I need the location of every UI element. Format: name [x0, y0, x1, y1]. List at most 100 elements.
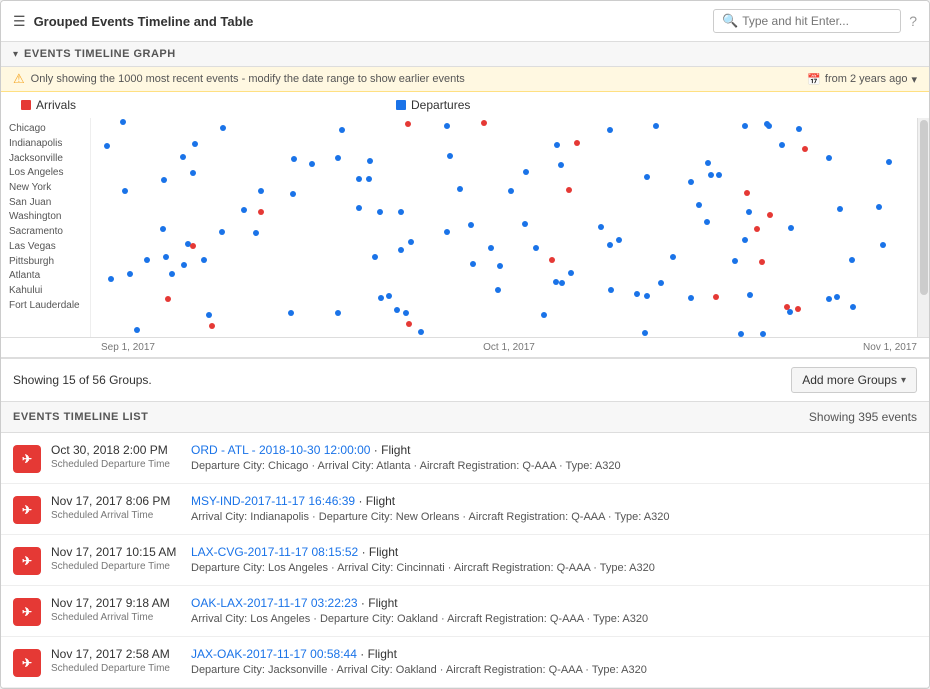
chart-dot[interactable] — [764, 121, 770, 127]
event-link[interactable]: MSY-IND-2017-11-17 16:46:39 — [191, 494, 355, 508]
chart-dot[interactable] — [522, 221, 528, 227]
chart-dot[interactable] — [372, 254, 378, 260]
chart-dot[interactable] — [670, 254, 676, 260]
chart-dot[interactable] — [826, 155, 832, 161]
add-groups-button[interactable]: Add more Groups ▾ — [791, 367, 917, 393]
chart-dot[interactable] — [495, 287, 501, 293]
chart-dot[interactable] — [732, 258, 738, 264]
chart-dot[interactable] — [549, 257, 555, 263]
chart-dot[interactable] — [880, 242, 886, 248]
chart-dot[interactable] — [644, 174, 650, 180]
chart-dot[interactable] — [134, 327, 140, 333]
chart-dot[interactable] — [760, 331, 766, 337]
chart-dot[interactable] — [566, 187, 572, 193]
chart-dot[interactable] — [644, 293, 650, 299]
chart-dot[interactable] — [696, 202, 702, 208]
chart-dot[interactable] — [616, 237, 622, 243]
chart-dot[interactable] — [742, 237, 748, 243]
chart-dot[interactable] — [837, 206, 843, 212]
chart-dot[interactable] — [497, 263, 503, 269]
chart-dot[interactable] — [759, 259, 765, 265]
date-range-selector[interactable]: 📅 from 2 years ago ▾ — [807, 73, 917, 86]
help-icon[interactable]: ? — [909, 13, 917, 29]
chart-dot[interactable] — [826, 296, 832, 302]
chart-dot[interactable] — [688, 295, 694, 301]
chart-dot[interactable] — [705, 160, 711, 166]
chart-dot[interactable] — [704, 219, 710, 225]
chart-dot[interactable] — [850, 304, 856, 310]
chart-dot[interactable] — [634, 291, 640, 297]
chart-dot[interactable] — [849, 257, 855, 263]
chart-dot[interactable] — [288, 310, 294, 316]
chart-dot[interactable] — [558, 162, 564, 168]
chart-dot[interactable] — [253, 230, 259, 236]
chart-dot[interactable] — [559, 280, 565, 286]
chart-dot[interactable] — [122, 188, 128, 194]
chart-dot[interactable] — [488, 245, 494, 251]
chart-dot[interactable] — [398, 209, 404, 215]
chart-dot[interactable] — [367, 158, 373, 164]
chart-dot[interactable] — [688, 179, 694, 185]
chart-dot[interactable] — [802, 146, 808, 152]
chart-dot[interactable] — [192, 141, 198, 147]
chart-dot[interactable] — [408, 239, 414, 245]
chart-dot[interactable] — [180, 154, 186, 160]
chart-dot[interactable] — [554, 142, 560, 148]
scrollbar-thumb[interactable] — [920, 120, 928, 295]
chart-dot[interactable] — [796, 126, 802, 132]
chart-dot[interactable] — [290, 191, 296, 197]
chart-dot[interactable] — [607, 127, 613, 133]
chart-dot[interactable] — [481, 120, 487, 126]
chart-dot[interactable] — [744, 190, 750, 196]
chart-dot[interactable] — [335, 310, 341, 316]
chart-dot[interactable] — [746, 209, 752, 215]
event-link[interactable]: OAK-LAX-2017-11-17 03:22:23 — [191, 596, 358, 610]
chart-dot[interactable] — [165, 296, 171, 302]
chart-dot[interactable] — [658, 280, 664, 286]
search-box[interactable]: 🔍 — [713, 9, 901, 33]
chart-dot[interactable] — [523, 169, 529, 175]
chart-dot[interactable] — [787, 309, 793, 315]
chart-dot[interactable] — [468, 222, 474, 228]
chart-dot[interactable] — [405, 121, 411, 127]
chart-dot[interactable] — [533, 245, 539, 251]
chart-dot[interactable] — [241, 207, 247, 213]
chart-dot[interactable] — [508, 188, 514, 194]
chart-dot[interactable] — [144, 257, 150, 263]
timeline-header[interactable]: ▾ EVENTS TIMELINE GRAPH — [1, 42, 929, 67]
chart-dot[interactable] — [378, 295, 384, 301]
chart-dot[interactable] — [161, 177, 167, 183]
chart-dot[interactable] — [377, 209, 383, 215]
chart-dot[interactable] — [201, 257, 207, 263]
chart-dot[interactable] — [444, 123, 450, 129]
chart-dot[interactable] — [608, 287, 614, 293]
chart-dot[interactable] — [291, 156, 297, 162]
chart-dot[interactable] — [258, 188, 264, 194]
chart-dot[interactable] — [386, 293, 392, 299]
chart-dot[interactable] — [206, 312, 212, 318]
chart-dot[interactable] — [366, 176, 372, 182]
chart-dot[interactable] — [160, 226, 166, 232]
chart-dot[interactable] — [339, 127, 345, 133]
chart-dot[interactable] — [834, 294, 840, 300]
chart-dot[interactable] — [738, 331, 744, 337]
chart-dot[interactable] — [190, 243, 196, 249]
chart-dot[interactable] — [754, 226, 760, 232]
chart-dot[interactable] — [447, 153, 453, 159]
event-link[interactable]: LAX-CVG-2017-11-17 08:15:52 — [191, 545, 358, 559]
chart-dot[interactable] — [309, 161, 315, 167]
chart-dot[interactable] — [607, 242, 613, 248]
chart-dot[interactable] — [742, 123, 748, 129]
chart-dot[interactable] — [574, 140, 580, 146]
chart-dot[interactable] — [220, 125, 226, 131]
chart-dot[interactable] — [403, 310, 409, 316]
chart-dot[interactable] — [598, 224, 604, 230]
chart-dot[interactable] — [876, 204, 882, 210]
event-link[interactable]: JAX-OAK-2017-11-17 00:58:44 — [191, 647, 357, 661]
chart-dot[interactable] — [716, 172, 722, 178]
chart-dot[interactable] — [169, 271, 175, 277]
chart-dot[interactable] — [406, 321, 412, 327]
chart-dot[interactable] — [795, 306, 801, 312]
chart-dot[interactable] — [886, 159, 892, 165]
chart-scrollbar[interactable] — [917, 118, 929, 337]
